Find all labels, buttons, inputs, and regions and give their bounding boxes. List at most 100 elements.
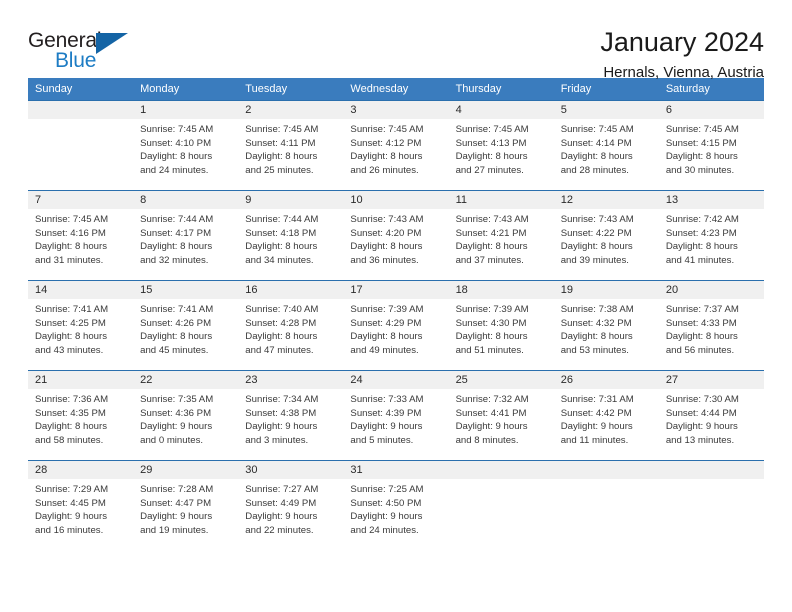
sunset-text: Sunset: 4:17 PM (140, 227, 212, 239)
calendar-day-cell[interactable]: 16 Sunrise: 7:40 AM Sunset: 4:28 PM Dayligh… (238, 280, 344, 371)
sunset-text: Sunset: 4:50 PM (350, 497, 422, 509)
sunrise-text: Sunrise: 7:44 AM (245, 214, 319, 225)
daylight-text: Daylight: 9 hours (35, 511, 107, 523)
day-number: 4 (448, 101, 554, 119)
day-number: 16 (238, 281, 344, 299)
day-number (658, 461, 764, 479)
day-number: 26 (553, 371, 659, 389)
sunrise-text: Sunrise: 7:43 AM (350, 214, 424, 225)
day-details: Sunrise: 7:27 AM Sunset: 4:49 PM Daylight:… (238, 479, 343, 537)
weekday-header-wednesday: Wednesday (343, 78, 449, 101)
calendar-day-cell[interactable]: 14 Sunrise: 7:41 AM Sunset: 4:25 PM Dayligh… (28, 280, 134, 371)
calendar-day-cell[interactable]: 15 Sunrise: 7:41 AM Sunset: 4:26 PM Dayligh… (133, 280, 239, 371)
day-details: Sunrise: 7:45 AM Sunset: 4:11 PM Daylight:… (238, 119, 343, 177)
day-number: 28 (28, 461, 134, 479)
day-number: 22 (133, 371, 239, 389)
daylight-text: Daylight: 8 hours (245, 331, 318, 343)
daylight-text: Daylight: 8 hours (350, 151, 423, 163)
sunrise-text: Sunrise: 7:45 AM (245, 124, 319, 135)
calendar-week-row: 14 Sunrise: 7:41 AM Sunset: 4:25 PM Dayligh… (28, 280, 764, 371)
calendar-day-cell[interactable]: 7 Sunrise: 7:45 AM Sunset: 4:16 PM Daylight… (28, 190, 134, 281)
calendar-day-cell[interactable]: 3 Sunrise: 7:45 AM Sunset: 4:12 PM Daylight… (343, 100, 449, 191)
daylight-text: Daylight: 8 hours (350, 241, 423, 253)
calendar-day-cell[interactable]: 30 Sunrise: 7:27 AM Sunset: 4:49 PM Dayligh… (238, 460, 344, 551)
sunset-text: Sunset: 4:21 PM (455, 227, 527, 239)
calendar-table: Sunday Monday Tuesday Wednesday Thursday Frid… (28, 78, 764, 551)
calendar-day-cell[interactable]: 22 Sunrise: 7:35 AM Sunset: 4:36 PM Dayligh… (133, 370, 239, 461)
sunset-text: Sunset: 4:47 PM (140, 497, 212, 509)
daylight-text-cont: and 24 minutes. (140, 164, 209, 176)
daylight-text-cont: and 0 minutes. (140, 434, 204, 446)
daylight-text-cont: and 25 minutes. (245, 164, 314, 176)
calendar-day-cell[interactable]: 4 Sunrise: 7:45 AM Sunset: 4:13 PM Daylight… (448, 100, 554, 191)
calendar-day-cell[interactable]: 18 Sunrise: 7:39 AM Sunset: 4:30 PM Dayligh… (448, 280, 554, 371)
sunset-text: Sunset: 4:15 PM (665, 137, 737, 149)
day-number: 3 (343, 101, 449, 119)
calendar-day-cell[interactable]: 31 Sunrise: 7:25 AM Sunset: 4:50 PM Dayligh… (343, 460, 449, 551)
calendar-day-cell[interactable]: 13 Sunrise: 7:42 AM Sunset: 4:23 PM Dayligh… (658, 190, 764, 281)
weekday-header-monday: Monday (133, 78, 239, 101)
day-number: 19 (553, 281, 659, 299)
calendar-day-cell[interactable]: 24 Sunrise: 7:33 AM Sunset: 4:39 PM Dayligh… (343, 370, 449, 461)
calendar-day-cell[interactable]: 5 Sunrise: 7:45 AM Sunset: 4:14 PM Daylight… (553, 100, 659, 191)
calendar-day-cell[interactable]: 10 Sunrise: 7:43 AM Sunset: 4:20 PM Dayligh… (343, 190, 449, 281)
calendar-week-row: 1 Sunrise: 7:45 AM Sunset: 4:10 PM Daylight… (28, 100, 764, 191)
calendar-day-cell[interactable]: 26 Sunrise: 7:31 AM Sunset: 4:42 PM Dayligh… (553, 370, 659, 461)
daylight-text: Daylight: 8 hours (35, 421, 107, 433)
sunset-text: Sunset: 4:22 PM (560, 227, 632, 239)
daylight-text-cont: and 43 minutes. (35, 344, 104, 356)
calendar-day-cell[interactable]: 25 Sunrise: 7:32 AM Sunset: 4:41 PM Dayligh… (448, 370, 554, 461)
day-number: 23 (238, 371, 344, 389)
calendar-day-cell[interactable]: 8 Sunrise: 7:44 AM Sunset: 4:17 PM Daylight… (133, 190, 239, 281)
calendar-day-cell[interactable]: 28 Sunrise: 7:29 AM Sunset: 4:45 PM Dayligh… (28, 460, 134, 551)
brand-logo[interactable]: General Blue (28, 26, 136, 78)
daylight-text: Daylight: 8 hours (140, 241, 213, 253)
daylight-text: Daylight: 9 hours (665, 421, 738, 433)
calendar-day-cell[interactable]: 20 Sunrise: 7:37 AM Sunset: 4:33 PM Dayligh… (658, 280, 764, 371)
sunrise-text: Sunrise: 7:40 AM (245, 304, 319, 315)
sunrise-text: Sunrise: 7:29 AM (35, 484, 109, 495)
day-details: Sunrise: 7:32 AM Sunset: 4:41 PM Daylight:… (449, 389, 554, 447)
day-details: Sunrise: 7:45 AM Sunset: 4:13 PM Daylight:… (449, 119, 554, 177)
calendar-day-cell[interactable]: 11 Sunrise: 7:43 AM Sunset: 4:21 PM Dayligh… (448, 190, 554, 281)
daylight-text-cont: and 49 minutes. (350, 344, 419, 356)
day-details: Sunrise: 7:25 AM Sunset: 4:50 PM Daylight:… (343, 479, 448, 537)
calendar-day-cell[interactable]: 29 Sunrise: 7:28 AM Sunset: 4:47 PM Dayligh… (133, 460, 239, 551)
calendar-day-cell[interactable]: 21 Sunrise: 7:36 AM Sunset: 4:35 PM Dayligh… (28, 370, 134, 461)
calendar-day-cell[interactable]: 9 Sunrise: 7:44 AM Sunset: 4:18 PM Daylight… (238, 190, 344, 281)
calendar-day-cell[interactable]: 12 Sunrise: 7:43 AM Sunset: 4:22 PM Dayligh… (553, 190, 659, 281)
sunrise-text: Sunrise: 7:30 AM (665, 394, 739, 405)
calendar-day-cell[interactable]: 2 Sunrise: 7:45 AM Sunset: 4:11 PM Daylight… (238, 100, 344, 191)
calendar-day-cell[interactable]: 19 Sunrise: 7:38 AM Sunset: 4:32 PM Dayligh… (553, 280, 659, 371)
calendar-day-cell[interactable]: 27 Sunrise: 7:30 AM Sunset: 4:44 PM Dayligh… (658, 370, 764, 461)
day-details: Sunrise: 7:44 AM Sunset: 4:18 PM Daylight:… (238, 209, 343, 267)
calendar-day-cell[interactable]: 1 Sunrise: 7:45 AM Sunset: 4:10 PM Daylight… (133, 100, 239, 191)
daylight-text: Daylight: 9 hours (560, 421, 633, 433)
daylight-text-cont: and 31 minutes. (35, 254, 104, 266)
sunrise-text: Sunrise: 7:31 AM (560, 394, 634, 405)
day-number: 10 (343, 191, 449, 209)
day-details: Sunrise: 7:36 AM Sunset: 4:35 PM Daylight:… (28, 389, 133, 447)
calendar-day-cell[interactable]: 17 Sunrise: 7:39 AM Sunset: 4:29 PM Dayligh… (343, 280, 449, 371)
day-number (553, 461, 659, 479)
calendar-day-cell[interactable]: 23 Sunrise: 7:34 AM Sunset: 4:38 PM Dayligh… (238, 370, 344, 461)
sunset-text: Sunset: 4:49 PM (245, 497, 317, 509)
sunrise-text: Sunrise: 7:32 AM (455, 394, 529, 405)
day-details: Sunrise: 7:38 AM Sunset: 4:32 PM Daylight:… (554, 299, 659, 357)
day-number: 24 (343, 371, 449, 389)
daylight-text-cont: and 47 minutes. (245, 344, 314, 356)
day-number: 7 (28, 191, 134, 209)
day-details: Sunrise: 7:45 AM Sunset: 4:15 PM Daylight:… (659, 119, 764, 177)
day-details: Sunrise: 7:41 AM Sunset: 4:26 PM Daylight:… (133, 299, 238, 357)
sunset-text: Sunset: 4:35 PM (35, 407, 106, 419)
sunset-text: Sunset: 4:33 PM (665, 317, 737, 329)
calendar-day-cell[interactable]: 6 Sunrise: 7:45 AM Sunset: 4:15 PM Daylight… (658, 100, 764, 191)
day-details (28, 119, 133, 123)
day-details: Sunrise: 7:42 AM Sunset: 4:23 PM Daylight:… (659, 209, 764, 267)
sunset-text: Sunset: 4:20 PM (350, 227, 422, 239)
daylight-text-cont: and 30 minutes. (665, 164, 735, 176)
daylight-text: Daylight: 8 hours (560, 241, 633, 253)
title-block: January 2024 Hernals, Vienna, Austria (600, 26, 764, 84)
calendar-day-cell-empty (448, 460, 554, 551)
day-number: 30 (238, 461, 344, 479)
